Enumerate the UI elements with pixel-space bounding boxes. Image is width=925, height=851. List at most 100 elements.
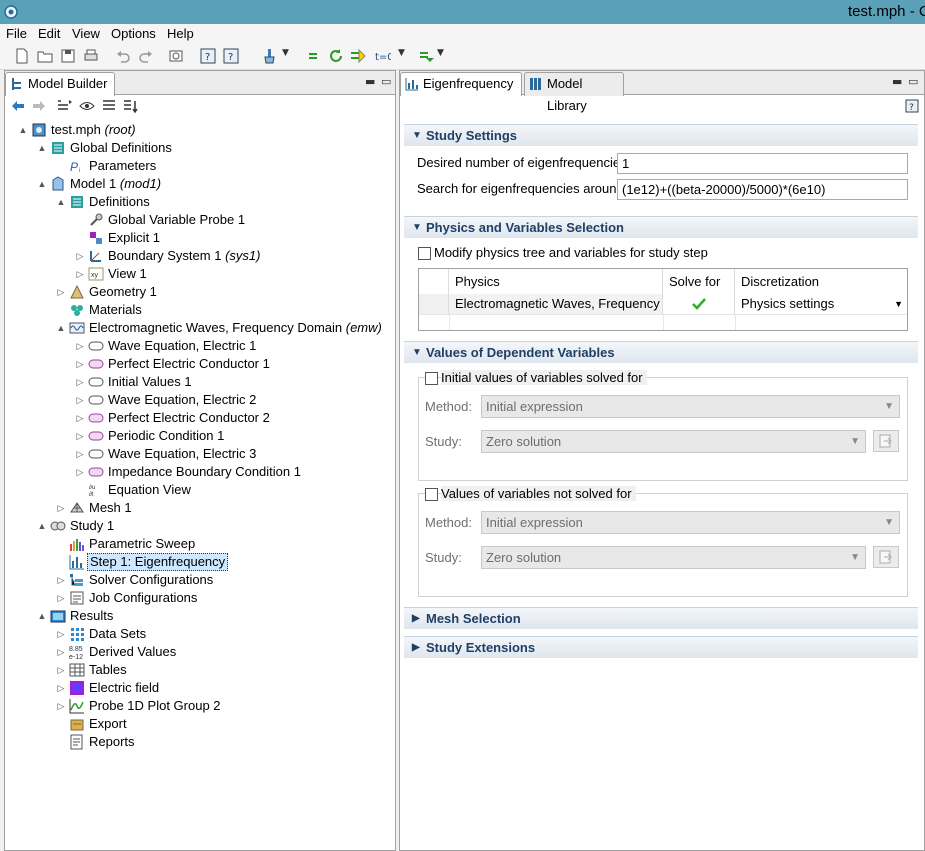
- collapsed-arrow-icon[interactable]: ▷: [74, 427, 86, 445]
- expanded-arrow-icon[interactable]: ▲: [36, 175, 48, 193]
- discretization-cell[interactable]: Physics settings ▼: [735, 294, 907, 314]
- dependent-variables-header[interactable]: ▼ Values of Dependent Variables: [404, 341, 918, 363]
- compact-history-icon[interactable]: [168, 48, 184, 64]
- compute-all-icon[interactable]: [418, 48, 434, 64]
- derived-values-icon: 8.85e-12: [69, 646, 83, 660]
- collapsed-arrow-icon[interactable]: ▷: [55, 697, 67, 715]
- tab-model-builder[interactable]: Model Builder: [5, 72, 115, 96]
- menu-view[interactable]: View: [72, 26, 100, 41]
- compute-icon[interactable]: [305, 48, 321, 64]
- study-extensions-header[interactable]: ▶ Study Extensions: [404, 636, 918, 658]
- menu-edit[interactable]: Edit: [38, 26, 60, 41]
- collapsed-arrow-icon[interactable]: ▷: [55, 661, 67, 679]
- go-to-source-button[interactable]: [873, 430, 899, 452]
- search-around-field[interactable]: (1e12)+((beta-20000)/5000)*(6e10): [617, 179, 908, 200]
- forward-arrow-icon[interactable]: [32, 100, 46, 112]
- minimize-icon[interactable]: ▬: [892, 75, 902, 88]
- collapsed-arrow-icon[interactable]: ▷: [55, 589, 67, 607]
- time-dropdown-icon[interactable]: ▼: [398, 48, 414, 64]
- initial-values-checkbox[interactable]: [425, 372, 438, 385]
- tree-item-label: Perfect Electric Conductor 1: [108, 355, 270, 373]
- comsol-app-icon[interactable]: [3, 4, 19, 20]
- time-step-icon[interactable]: t=0: [375, 48, 391, 64]
- study-settings-header[interactable]: ▼ Study Settings: [404, 124, 918, 146]
- menu-help[interactable]: Help: [167, 26, 194, 41]
- redo-icon[interactable]: [138, 48, 154, 64]
- expanded-arrow-icon[interactable]: ▲: [55, 193, 67, 211]
- tab-model-library[interactable]: Model Library: [524, 72, 624, 113]
- show-icon[interactable]: [57, 99, 73, 113]
- maximize-icon[interactable]: ▭: [381, 75, 391, 88]
- physics-selection-header[interactable]: ▼ Physics and Variables Selection: [404, 216, 918, 238]
- build-brush-icon[interactable]: [262, 48, 278, 64]
- column-header-physics[interactable]: Physics: [449, 269, 663, 294]
- menu-options[interactable]: Options: [111, 26, 156, 41]
- open-folder-icon[interactable]: [37, 48, 53, 64]
- collapsed-arrow-icon[interactable]: ▷: [55, 625, 67, 643]
- compute-to-selected-icon[interactable]: [350, 48, 366, 64]
- mesh-selection-header[interactable]: ▶ Mesh Selection: [404, 607, 918, 629]
- collapsed-arrow-icon[interactable]: ▷: [74, 337, 86, 355]
- undo-icon[interactable]: [115, 48, 131, 64]
- method-label: Method:: [425, 399, 472, 414]
- boundary-node-icon: [88, 359, 104, 369]
- back-arrow-icon[interactable]: [11, 100, 25, 112]
- collapse-all-icon[interactable]: [101, 99, 117, 113]
- study-select[interactable]: Zero solution ▼: [481, 546, 866, 569]
- column-header-solve-for[interactable]: Solve for: [663, 269, 735, 294]
- collapsed-arrow-icon[interactable]: ▷: [55, 571, 67, 589]
- collapsed-arrow-icon[interactable]: ▷: [55, 679, 67, 697]
- help-icon[interactable]: ?: [905, 99, 919, 113]
- expanded-arrow-icon[interactable]: ▲: [55, 319, 67, 337]
- collapsed-arrow-icon[interactable]: ▷: [74, 409, 86, 427]
- eye-icon[interactable]: [79, 99, 95, 113]
- collapsed-arrow-icon[interactable]: ▷: [74, 355, 86, 373]
- tab-eigenfrequency[interactable]: Eigenfrequency: [400, 72, 522, 96]
- expand-all-icon[interactable]: [123, 99, 139, 113]
- study-select[interactable]: Zero solution ▼: [481, 430, 866, 453]
- dynamic-help-icon[interactable]: ?: [223, 48, 239, 64]
- desired-eigenfrequencies-field[interactable]: 1: [617, 153, 908, 174]
- expanded-arrow-icon[interactable]: ▲: [17, 121, 29, 139]
- collapsed-arrow-icon[interactable]: ▷: [55, 283, 67, 301]
- tree-item-text: Boundary System 1: [108, 248, 222, 263]
- refresh-icon[interactable]: [328, 48, 344, 64]
- modify-physics-checkbox[interactable]: [418, 247, 431, 260]
- go-to-source-button[interactable]: [873, 546, 899, 568]
- minimize-icon[interactable]: ▬: [365, 75, 375, 88]
- method-select[interactable]: Initial expression ▼: [481, 511, 900, 534]
- tree-item-text: Derived Values: [89, 644, 177, 659]
- collapsed-arrow-icon[interactable]: ▷: [74, 265, 86, 283]
- column-header-discretization[interactable]: Discretization: [735, 269, 907, 294]
- expanded-arrow-icon[interactable]: ▲: [36, 139, 48, 157]
- new-file-icon[interactable]: [14, 48, 30, 64]
- not-solved-checkbox[interactable]: [425, 488, 438, 501]
- collapsed-arrow-icon[interactable]: ▷: [74, 463, 86, 481]
- menu-file[interactable]: File: [6, 26, 27, 41]
- maximize-icon[interactable]: ▭: [908, 75, 918, 88]
- tree-item-label: Impedance Boundary Condition 1: [108, 463, 301, 481]
- materials-icon: [71, 305, 83, 316]
- collapsed-arrow-icon[interactable]: ▷: [74, 373, 86, 391]
- collapsed-arrow-icon[interactable]: ▷: [74, 247, 86, 265]
- tree-item-tag: (emw): [345, 320, 382, 335]
- tree-item-label: Derived Values: [89, 643, 176, 661]
- expanded-caret-icon: ▼: [412, 130, 422, 141]
- dropdown-arrow-icon[interactable]: ▼: [894, 294, 903, 314]
- print-icon[interactable]: [83, 48, 99, 64]
- compute-dropdown-icon[interactable]: ▼: [437, 48, 453, 64]
- collapsed-arrow-icon[interactable]: ▷: [74, 391, 86, 409]
- collapsed-arrow-icon[interactable]: ▷: [74, 445, 86, 463]
- tree-item-text: Probe 1D Plot Group 2: [89, 698, 221, 713]
- help-icon[interactable]: ?: [200, 48, 216, 64]
- solve-for-cell[interactable]: [663, 294, 735, 314]
- collapsed-arrow-icon[interactable]: ▷: [55, 499, 67, 517]
- expanded-arrow-icon[interactable]: ▲: [36, 607, 48, 625]
- save-icon[interactable]: [60, 48, 76, 64]
- row-marker: [419, 294, 449, 314]
- expanded-arrow-icon[interactable]: ▲: [36, 517, 48, 535]
- collapsed-arrow-icon[interactable]: ▷: [55, 643, 67, 661]
- physics-cell[interactable]: Electromagnetic Waves, Frequency ...: [449, 294, 663, 314]
- build-dropdown-icon[interactable]: ▼: [282, 48, 298, 64]
- method-select[interactable]: Initial expression ▼: [481, 395, 900, 418]
